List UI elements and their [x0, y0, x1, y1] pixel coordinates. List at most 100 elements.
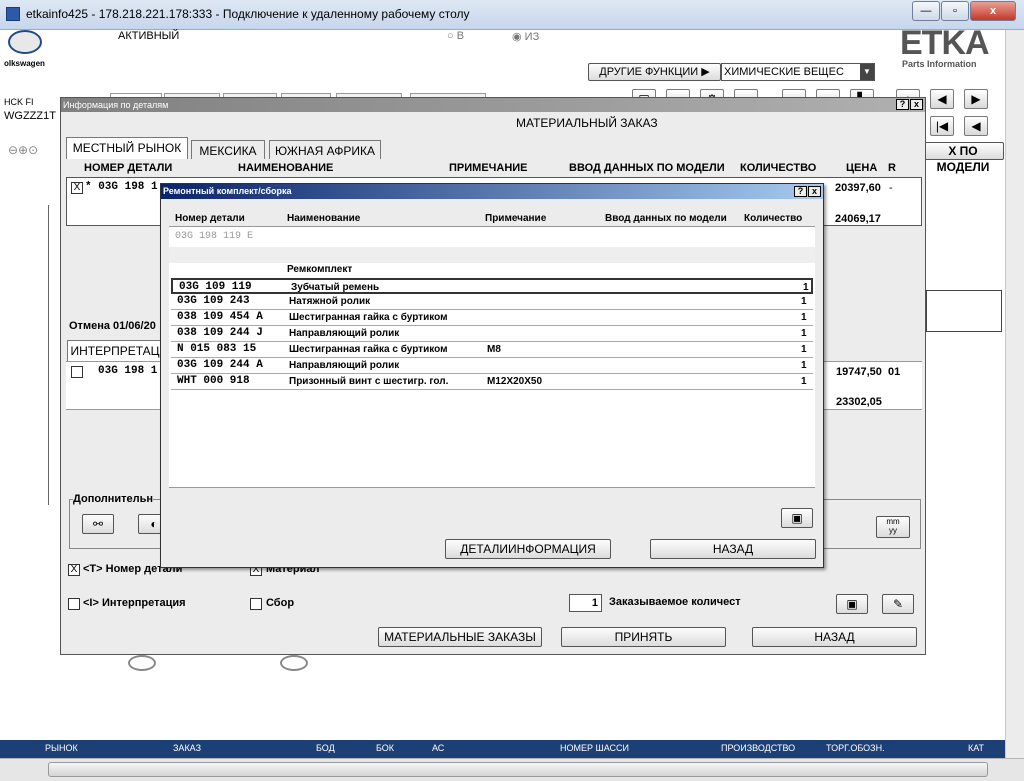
radio-iz[interactable]: ◉ ИЗ: [512, 30, 539, 43]
tab-mexico[interactable]: МЕКСИКА: [191, 140, 265, 159]
diagram-line: [48, 205, 54, 505]
combo-value: ХИМИЧЕСКИЕ ВЕЩЕС: [724, 66, 844, 78]
minimize-button[interactable]: —: [912, 1, 940, 21]
popup-cell-qty: 1: [801, 328, 807, 339]
col-part-number: НОМЕР ДЕТАЛИ: [84, 162, 173, 174]
popup-table-row[interactable]: WHT 000 918 Призонный винт с шестигр. гол…: [171, 374, 813, 390]
part-number-checkbox[interactable]: X: [68, 564, 80, 576]
material-orders-button[interactable]: МАТЕРИАЛЬНЫЕ ЗАКАЗЫ: [378, 627, 542, 647]
dialog-title: Информация по деталям ? x: [61, 98, 925, 112]
popup-cell-part: 03G 109 244 A: [177, 359, 263, 371]
tab-interpretation[interactable]: ИНТЕРПРЕТАЦ: [67, 340, 163, 362]
popup-cell-qty: 1: [801, 376, 807, 387]
status-label: НОМЕР ШАССИ: [560, 743, 630, 753]
nav-back-icon[interactable]: ◀: [964, 116, 988, 136]
popup-table-row[interactable]: 03G 109 244 A Направляющий ролик 1: [171, 358, 813, 374]
dialog-heading: МАТЕРИАЛЬНЫЙ ЗАКАЗ: [516, 116, 658, 130]
chevron-down-icon[interactable]: ▼: [860, 64, 874, 80]
popup-col-model: Ввод данных по модели: [605, 213, 727, 224]
status-label: БОД: [316, 743, 335, 753]
assembly-label: Сбор: [266, 597, 295, 609]
popup-cell-note: M8: [487, 344, 501, 355]
popup-cell-qty: 1: [801, 296, 807, 307]
nav-prev-page-icon[interactable]: ◀: [930, 89, 954, 109]
vw-logo-icon: [8, 30, 42, 54]
status-bar: РЫНОК ЗАКАЗ БОД БОК АС НОМЕР ШАССИ ПРОИЗВОДСТВ…: [0, 740, 1005, 758]
popup-back-button[interactable]: НАЗАД: [650, 539, 816, 559]
popup-table-row[interactable]: 03G 109 119 Зубчатый ремень 1: [171, 278, 813, 294]
status-label: БОК: [376, 743, 395, 753]
mm-yy-icon[interactable]: mm уу: [876, 516, 910, 538]
assembly-checkbox[interactable]: [250, 598, 262, 610]
other-functions-button[interactable]: ДРУГИЕ ФУНКЦИИ ▶: [588, 63, 721, 81]
rdp-icon: [6, 7, 20, 21]
row-price-gross: 24069,17: [835, 213, 881, 225]
row-checkbox[interactable]: X: [71, 182, 83, 194]
popup-cell-part: 038 109 454 A: [177, 311, 263, 323]
popup-cell-name: Натяжной ролик: [289, 296, 371, 307]
tab-local-market[interactable]: МЕСТНЫЙ РЫНОК: [66, 137, 188, 159]
accept-button[interactable]: ПРИНЯТЬ: [561, 627, 726, 647]
popup-cell-name: Направляющий ролик: [289, 328, 400, 339]
row-part-number: * 03G 198 1: [85, 181, 158, 193]
left-code-2: WGZZZ1T: [4, 110, 56, 122]
print-icon[interactable]: ▣: [836, 594, 868, 614]
popup-table-row[interactable]: 03G 109 243 Натяжной ролик 1: [171, 294, 813, 310]
table-header: НОМЕР ДЕТАЛИ НАИМЕНОВАНИЕ ПРИМЕЧАНИЕ ВВО…: [66, 159, 921, 177]
extra-group-label: Дополнительн: [73, 493, 154, 505]
status-label: КАТ: [968, 743, 985, 753]
horizontal-scrollbar[interactable]: [0, 758, 1024, 781]
nav-next-page-icon[interactable]: ▶: [964, 89, 988, 109]
status-label: ТОРГ.ОБОЗН.: [826, 743, 885, 753]
popup-title: Ремонтный комплект/сборка ? x: [161, 184, 823, 199]
popup-print-icon[interactable]: ▣: [781, 508, 813, 528]
combo-chemical[interactable]: ХИМИЧЕСКИЕ ВЕЩЕС ▼: [721, 63, 875, 81]
tab-south-africa[interactable]: ЮЖНАЯ АФРИКА: [269, 140, 381, 159]
close-button[interactable]: x: [970, 1, 1016, 21]
popup-table-row[interactable]: N 015 083 15 Шестигранная гайка с буртико…: [171, 342, 813, 358]
col-note: ПРИМЕЧАНИЕ: [449, 162, 528, 174]
zoom-out-icon[interactable]: ⊖⊕⊙: [8, 143, 38, 157]
popup-table-row[interactable]: 038 109 244 J Направляющий ролик 1: [171, 326, 813, 342]
etka-logo-sub: Parts Information: [902, 59, 977, 69]
separator: [169, 247, 815, 263]
radio-v[interactable]: ○ В: [447, 30, 464, 42]
popup-cell-name: Шестигранная гайка с буртиком: [289, 312, 448, 323]
interp-part-number: 03G 198 1: [98, 365, 158, 377]
details-info-button[interactable]: ДЕТАЛИИНФОРМАЦИЯ: [445, 539, 611, 559]
row-price: 20397,60: [835, 182, 881, 194]
cancel-date-label: Отмена 01/06/20: [69, 320, 156, 332]
status-label: ПРОИЗВОДСТВО: [721, 743, 796, 753]
edit-icon[interactable]: ✎: [882, 594, 914, 614]
interp-r: 01: [888, 366, 901, 378]
popup-table-row[interactable]: 038 109 454 A Шестигранная гайка с буртик…: [171, 310, 813, 326]
popup-help-icon[interactable]: ?: [794, 186, 807, 197]
close-icon[interactable]: x: [910, 99, 923, 110]
status-label: ЗАКАЗ: [173, 743, 202, 753]
model-input-button[interactable]: Х ПО МОДЕЛИ: [922, 142, 1004, 174]
popup-footer-line: [169, 487, 815, 488]
diagram-box: [926, 290, 1002, 332]
vertical-scrollbar[interactable]: [1005, 30, 1024, 758]
repair-kit-dialog: Ремонтный комплект/сборка ? x Номер дета…: [160, 183, 824, 568]
col-model-input: ВВОД ДАННЫХ ПО МОДЕЛИ: [569, 162, 725, 174]
order-qty-input[interactable]: 1: [569, 594, 602, 612]
back-button[interactable]: НАЗАД: [752, 627, 917, 647]
popup-cell-qty: 1: [801, 344, 807, 355]
nav-first-icon[interactable]: |◀: [930, 116, 954, 136]
col-quantity: КОЛИЧЕСТВО: [740, 162, 817, 174]
popup-cell-qty: 1: [801, 312, 807, 323]
popup-close-icon[interactable]: x: [808, 186, 821, 197]
popup-col-name: Наименование: [287, 213, 361, 224]
maximize-button[interactable]: ▫: [941, 1, 969, 21]
interpretation-checkbox[interactable]: [68, 598, 80, 610]
help-icon[interactable]: ?: [896, 99, 909, 110]
tools-icon[interactable]: ⚯: [82, 514, 114, 534]
popup-cell-name: Шестигранная гайка с буртиком: [289, 344, 448, 355]
popup-cell-part: 03G 109 243: [177, 295, 250, 307]
window-title: etkainfo425 - 178.218.221.178:333 - Подк…: [26, 7, 470, 21]
scroll-thumb[interactable]: [48, 762, 988, 777]
popup-cell-name: Зубчатый ремень: [291, 282, 380, 293]
popup-cell-name: Призонный винт с шестигр. гол.: [289, 376, 449, 387]
interp-checkbox[interactable]: [71, 366, 83, 378]
